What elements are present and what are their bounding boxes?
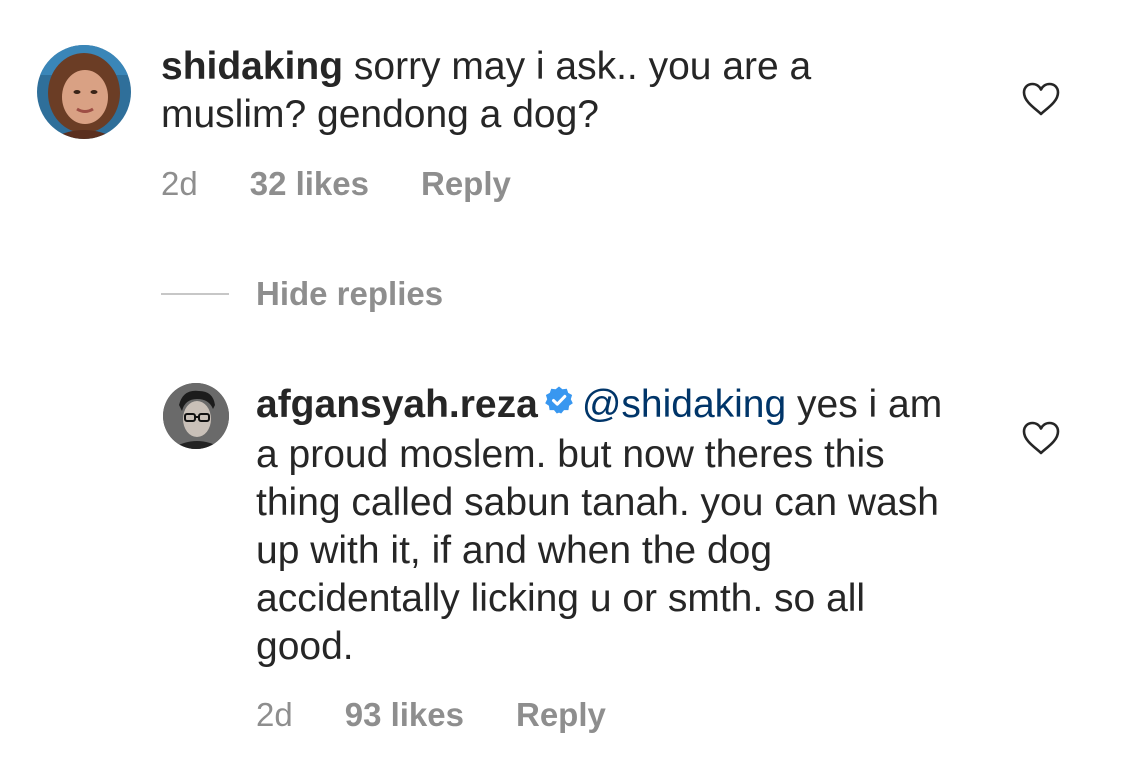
reply-mention-link[interactable]: @shidaking	[582, 383, 786, 426]
comment-like-heart-icon[interactable]	[1022, 82, 1060, 116]
comment-text-block: shidaking sorry may i ask.. you are a mu…	[161, 43, 921, 139]
comment-likes-count[interactable]: 32 likes	[250, 165, 369, 203]
comment-username[interactable]: shidaking	[161, 45, 343, 88]
verified-badge-icon	[544, 379, 574, 427]
reply-text-block: afgansyah.reza @shidaking yes i am a pro…	[256, 381, 956, 671]
reply-meta: 2d 93 likes Reply	[256, 695, 606, 735]
avatar-shidaking[interactable]	[37, 45, 131, 139]
comment-timestamp: 2d	[161, 165, 198, 202]
hide-replies-toggle[interactable]: Hide replies	[161, 273, 443, 315]
hide-replies-label: Hide replies	[256, 275, 444, 312]
hide-replies-divider	[161, 293, 229, 295]
avatar-afgansyah-reza[interactable]	[163, 383, 229, 449]
reply-timestamp: 2d	[256, 696, 293, 733]
user-avatar-woman-icon	[37, 45, 131, 139]
reply-reply-button[interactable]: Reply	[516, 696, 606, 734]
user-avatar-man-icon	[163, 383, 229, 449]
comment-reply-button[interactable]: Reply	[421, 165, 511, 203]
comment-meta: 2d 32 likes Reply	[161, 164, 511, 204]
reply-like-heart-icon[interactable]	[1022, 421, 1060, 455]
reply-username[interactable]: afgansyah.reza	[256, 383, 538, 426]
reply-likes-count[interactable]: 93 likes	[345, 696, 464, 734]
